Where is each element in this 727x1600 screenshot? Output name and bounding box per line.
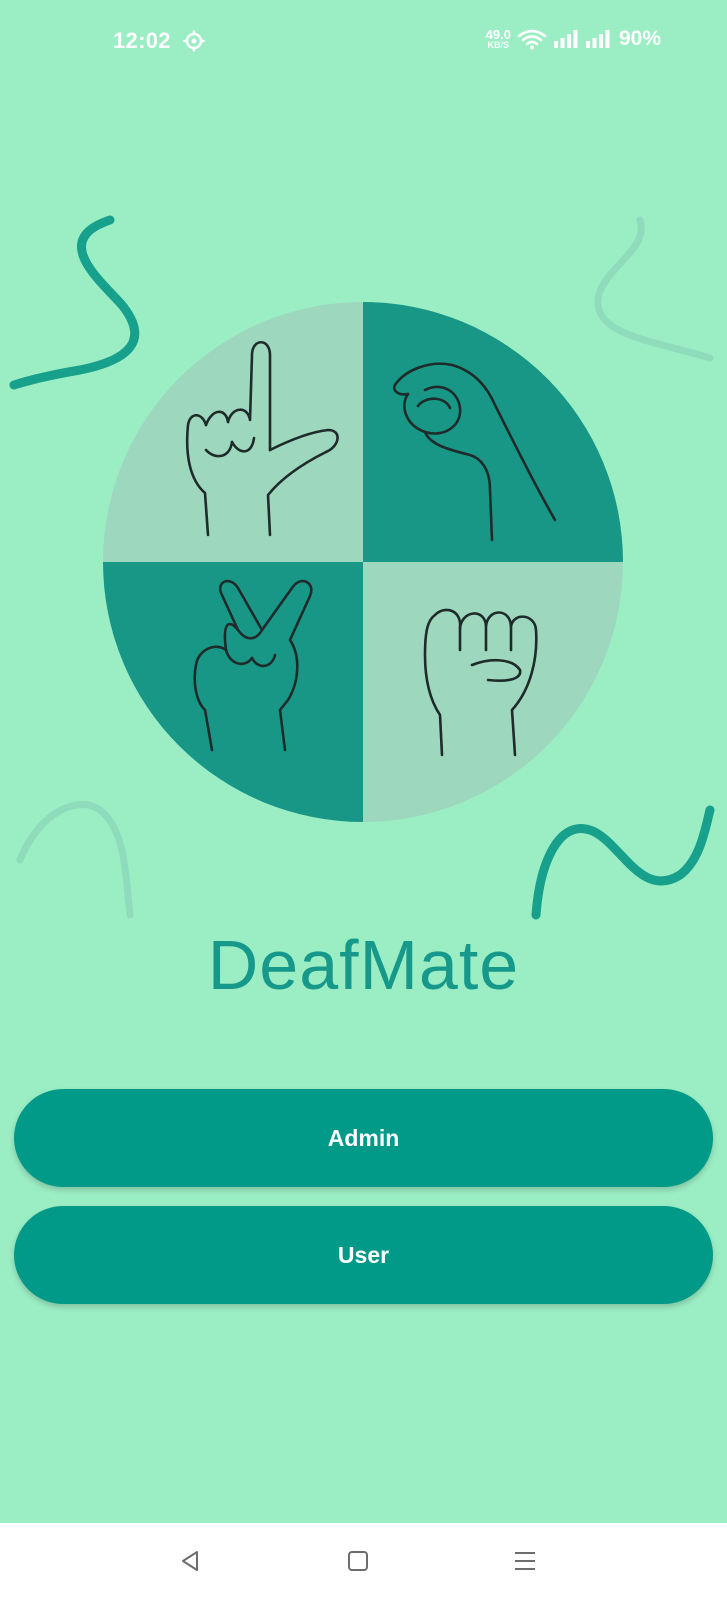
quadrant-top-left [103, 302, 363, 562]
squiggle-decoration [16, 800, 134, 919]
quadrant-bottom-right [363, 562, 623, 822]
home-square-icon [348, 1551, 368, 1571]
admin-button[interactable]: Admin [14, 1089, 713, 1187]
menu-lines-icon [515, 1552, 535, 1570]
signal-bars-icon [585, 30, 610, 48]
home-button[interactable] [336, 1539, 380, 1583]
signal-bars-icon [553, 30, 578, 48]
back-button[interactable] [168, 1539, 212, 1583]
network-speed-unit: KB/S [487, 40, 510, 50]
back-triangle-icon [182, 1551, 198, 1571]
squiggle-decoration [9, 215, 140, 390]
status-bar: 12:02 49.0 KB/S 90% [0, 0, 727, 84]
quadrant-bottom-left [103, 562, 363, 822]
network-speed: 49.0 KB/S [486, 28, 511, 50]
status-time: 12:02 [113, 28, 171, 53]
status-indicators: 49.0 KB/S 90% [486, 27, 661, 51]
battery-level: 90% [618, 27, 661, 50]
navigation-bar [0, 1523, 727, 1600]
squiggle-decoration [531, 805, 715, 920]
user-button[interactable]: User [14, 1206, 713, 1304]
recents-button[interactable] [503, 1539, 547, 1583]
settings-gear-icon [183, 30, 205, 52]
squiggle-decoration [594, 216, 714, 362]
quadrant-top-right [363, 302, 623, 562]
logo-illustration [9, 215, 715, 920]
app-title: DeafMate [207, 926, 520, 1004]
wifi-icon [517, 29, 547, 50]
